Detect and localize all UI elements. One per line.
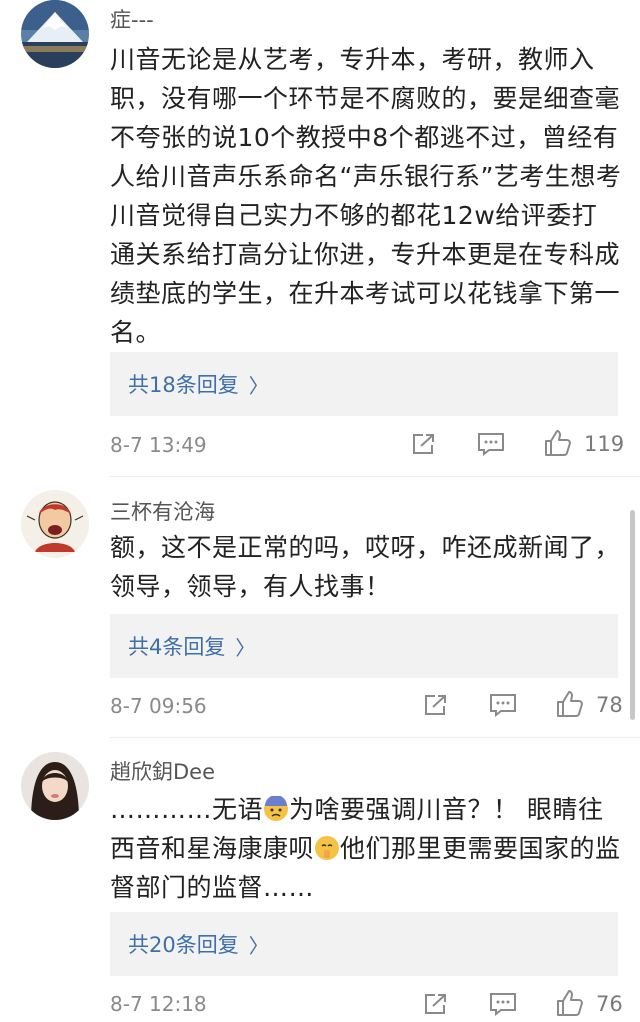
thumbs-up-icon[interactable]	[555, 988, 585, 1022]
comment-item: 症--- 川音无论是从艺考，专升本，考研，教师入职，没有哪一个环节是不腐败的，要…	[0, 0, 640, 480]
comment-item: 趙欣鈅Dee …………无语 为啥要强调川音？！ 眼睛往西音和星海康康呗 他们那里更需…	[0, 752, 640, 1017]
chevron-right-icon: 〉	[248, 933, 269, 958]
chevron-right-icon: 〉	[235, 635, 256, 660]
share-icon[interactable]	[423, 992, 449, 1020]
like-count: 76	[596, 992, 623, 1016]
share-icon[interactable]	[411, 432, 437, 460]
comment-time: 8-7 12:18	[110, 992, 207, 1016]
avatar[interactable]	[21, 0, 89, 68]
reply-count: 共18条回复	[128, 373, 239, 397]
chevron-right-icon: 〉	[248, 373, 269, 398]
comment-text: 额，这不是正常的吗，哎呀，咋还成新闻了，领导，领导，有人找事！	[110, 533, 621, 601]
reply-box[interactable]: 共20条回复 〉	[110, 912, 618, 976]
share-icon[interactable]	[423, 693, 449, 721]
comment-item: 三杯有沧海 额，这不是正常的吗，哎呀，咋还成新闻了，领导，领导，有人找事！ 共4…	[0, 490, 640, 740]
view-replies-link[interactable]: 共18条回复 〉	[128, 369, 269, 399]
reply-box[interactable]: 共4条回复 〉	[110, 614, 618, 678]
reply-count: 共4条回复	[128, 635, 226, 659]
reply-count: 共20条回复	[128, 933, 239, 957]
comment-text-part: …………无语	[110, 795, 264, 824]
view-replies-link[interactable]: 共20条回复 〉	[128, 929, 269, 959]
comment-icon[interactable]	[489, 992, 517, 1020]
view-replies-link[interactable]: 共4条回复 〉	[128, 631, 255, 661]
username[interactable]: 三杯有沧海	[110, 496, 215, 526]
comment-time: 8-7 13:49	[110, 433, 207, 457]
username[interactable]: 症---	[110, 4, 154, 34]
divider	[110, 737, 640, 738]
comment-icon[interactable]	[489, 693, 517, 721]
comment-text: 川音无论是从艺考，专升本，考研，教师入职，没有哪一个环节是不腐败的，要是细查毫不…	[110, 45, 622, 347]
shush-emoji-icon	[314, 833, 340, 860]
username[interactable]: 趙欣鈅Dee	[110, 756, 215, 786]
comment-text: …………无语 为啥要强调川音？！ 眼睛往西音和星海康康呗 他们那里更需要国家的监督部…	[110, 790, 622, 907]
comment-icon[interactable]	[477, 432, 505, 460]
thumbs-up-icon[interactable]	[555, 689, 585, 723]
like-count: 119	[584, 432, 625, 456]
thumbs-up-icon[interactable]	[543, 428, 573, 462]
comment-time: 8-7 09:56	[110, 694, 207, 718]
like-count: 78	[596, 693, 623, 717]
worried-emoji-icon	[263, 794, 289, 821]
scrollbar[interactable]	[630, 510, 635, 720]
avatar[interactable]	[21, 490, 89, 558]
reply-box[interactable]: 共18条回复 〉	[110, 352, 618, 416]
divider	[110, 476, 640, 477]
avatar[interactable]	[21, 752, 89, 820]
